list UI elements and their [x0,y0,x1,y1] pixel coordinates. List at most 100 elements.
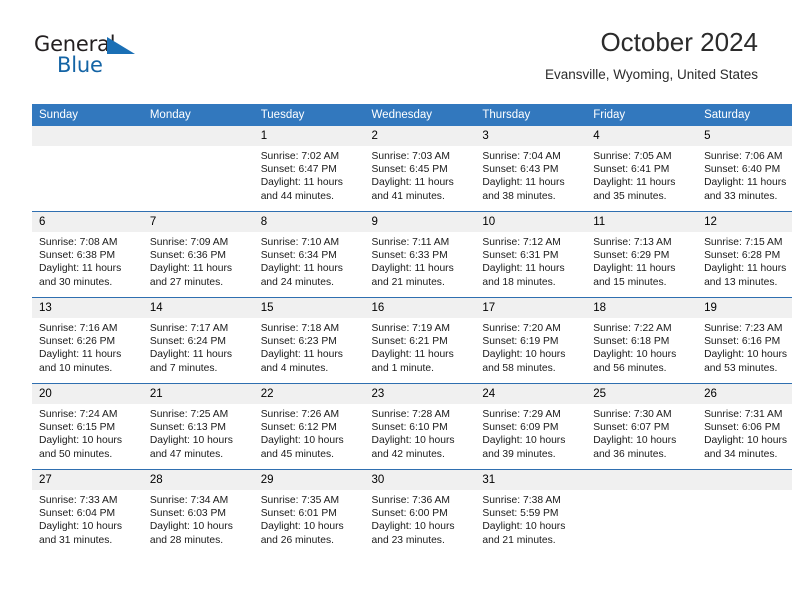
daylight-text-line2: and 44 minutes. [260,190,334,202]
day-details: Sunrise: 7:05 AM Sunset: 6:41 PM Daylight:… [586,146,697,203]
calendar-day-cell[interactable]: 16 Sunrise: 7:19 AM Sunset: 6:21 PM Dayligh… [364,297,476,384]
daylight-text-line2: and 45 minutes. [260,448,334,460]
calendar-day-cell[interactable]: 2 Sunrise: 7:03 AM Sunset: 6:45 PM Daylight… [364,126,476,212]
daylight-text-line1: Daylight: 11 hours [39,349,122,361]
day-details: Sunrise: 7:18 AM Sunset: 6:23 PM Daylight:… [254,318,365,375]
day-number: 31 [475,470,587,490]
calendar-day-cell[interactable]: 28 Sunrise: 7:34 AM Sunset: 6:03 PM Dayligh… [142,469,254,555]
calendar-week-row: 6 Sunrise: 7:08 AM Sunset: 6:38 PM Daylight… [32,211,792,298]
daylight-text-line1: Daylight: 11 hours [704,263,787,275]
calendar-day-cell[interactable]: 23 Sunrise: 7:28 AM Sunset: 6:10 PM Dayligh… [364,383,476,470]
calendar-grid: Sunday Monday Tuesday Wednesday Thursday… [32,104,792,555]
sunset-text: Sunset: 6:38 PM [39,250,116,262]
daylight-text-line2: and 15 minutes. [593,276,667,288]
calendar-day-cell[interactable]: 13 Sunrise: 7:16 AM Sunset: 6:26 PM Dayligh… [32,297,143,384]
daylight-text-line2: and 21 minutes. [482,534,556,546]
calendar-day-cell[interactable]: 20 Sunrise: 7:24 AM Sunset: 6:15 PM Dayligh… [32,383,143,470]
day-details: Sunrise: 7:36 AM Sunset: 6:00 PM Daylight:… [365,490,476,547]
sunrise-text: Sunrise: 7:35 AM [260,495,340,506]
calendar-day-cell[interactable]: 6 Sunrise: 7:08 AM Sunset: 6:38 PM Daylight… [32,211,143,298]
sunset-text: Sunset: 6:21 PM [371,336,448,348]
calendar-day-cell[interactable]: 14 Sunrise: 7:17 AM Sunset: 6:24 PM Dayligh… [142,297,254,384]
day-details: Sunrise: 7:33 AM Sunset: 6:04 PM Daylight:… [32,490,143,547]
daylight-text-line2: and 18 minutes. [482,276,556,288]
calendar-week-row: 1 Sunrise: 7:02 AM Sunset: 6:47 PM Daylight… [32,126,792,212]
day-details: Sunrise: 7:31 AM Sunset: 6:06 PM Daylight:… [697,404,792,461]
day-details: Sunrise: 7:24 AM Sunset: 6:15 PM Daylight:… [32,404,143,461]
day-number: 9 [364,212,476,232]
daylight-text-line2: and 50 minutes. [39,448,113,460]
calendar-day-cell[interactable]: 3 Sunrise: 7:04 AM Sunset: 6:43 PM Daylight… [475,126,587,212]
calendar-day-cell[interactable]: 17 Sunrise: 7:20 AM Sunset: 6:19 PM Dayligh… [475,297,587,384]
day-number: 5 [697,126,792,146]
sunrise-text: Sunrise: 7:13 AM [593,237,672,248]
weekday-header-saturday: Saturday [697,104,792,126]
day-number: 21 [142,384,254,404]
sunrise-text: Sunrise: 7:28 AM [371,409,450,420]
calendar-day-cell[interactable]: 21 Sunrise: 7:25 AM Sunset: 6:13 PM Dayligh… [142,383,254,470]
title-block: October 2024 Evansville, Wyoming, United… [545,26,758,83]
calendar-day-cell[interactable]: 12 Sunrise: 7:15 AM Sunset: 6:28 PM Dayligh… [697,211,792,298]
calendar-day-cell-empty [142,126,254,212]
sunrise-text: Sunrise: 7:10 AM [260,237,340,248]
sunset-text: Sunset: 6:10 PM [371,422,448,434]
calendar-day-cell[interactable]: 26 Sunrise: 7:31 AM Sunset: 6:06 PM Dayligh… [697,383,792,470]
calendar-day-cell[interactable]: 10 Sunrise: 7:12 AM Sunset: 6:31 PM Dayligh… [475,211,587,298]
daylight-text-line1: Daylight: 10 hours [39,521,122,533]
daylight-text-line2: and 35 minutes. [593,190,667,202]
day-details: Sunrise: 7:20 AM Sunset: 6:19 PM Daylight:… [475,318,586,375]
calendar-day-cell[interactable]: 8 Sunrise: 7:10 AM Sunset: 6:34 PM Daylight… [253,211,365,298]
calendar-day-cell[interactable]: 4 Sunrise: 7:05 AM Sunset: 6:41 PM Daylight… [586,126,698,212]
sunset-text: Sunset: 6:09 PM [482,422,559,434]
daylight-text-line1: Daylight: 11 hours [593,263,676,275]
daylight-text-line1: Daylight: 11 hours [371,263,454,275]
daylight-text-line1: Daylight: 11 hours [149,263,233,275]
day-details: Sunrise: 7:26 AM Sunset: 6:12 PM Daylight:… [254,404,365,461]
sunset-text: Sunset: 6:33 PM [371,250,448,262]
calendar-day-cell[interactable]: 9 Sunrise: 7:11 AM Sunset: 6:33 PM Daylight… [364,211,476,298]
daylight-text-line1: Daylight: 10 hours [482,521,566,533]
daylight-text-line1: Daylight: 10 hours [371,521,455,533]
day-details: Sunrise: 7:29 AM Sunset: 6:09 PM Daylight:… [475,404,586,461]
sunset-text: Sunset: 6:34 PM [260,250,337,262]
daylight-text-line2: and 10 minutes. [39,362,113,374]
calendar-day-cell[interactable]: 19 Sunrise: 7:23 AM Sunset: 6:16 PM Dayligh… [697,297,792,384]
calendar-day-cell[interactable]: 5 Sunrise: 7:06 AM Sunset: 6:40 PM Daylight… [697,126,792,212]
calendar-day-cell[interactable]: 24 Sunrise: 7:29 AM Sunset: 6:09 PM Dayligh… [475,383,587,470]
calendar-day-cell[interactable]: 25 Sunrise: 7:30 AM Sunset: 6:07 PM Dayligh… [586,383,698,470]
daylight-text-line1: Daylight: 11 hours [149,349,233,361]
sunrise-text: Sunrise: 7:06 AM [704,151,783,162]
sunset-text: Sunset: 6:12 PM [260,422,337,434]
calendar-day-cell[interactable]: 31 Sunrise: 7:38 AM Sunset: 5:59 PM Dayligh… [475,469,587,555]
brand-logo[interactable]: General Blue [34,32,154,84]
calendar-day-cell[interactable]: 7 Sunrise: 7:09 AM Sunset: 6:36 PM Daylight… [142,211,254,298]
day-number: 27 [32,470,143,490]
sunset-text: Sunset: 6:24 PM [149,336,226,348]
day-number: 6 [32,212,143,232]
calendar-day-cell[interactable]: 27 Sunrise: 7:33 AM Sunset: 6:04 PM Dayligh… [32,469,143,555]
daylight-text-line1: Daylight: 11 hours [482,263,565,275]
day-details: Sunrise: 7:15 AM Sunset: 6:28 PM Daylight:… [697,232,792,289]
calendar-week-row: 13 Sunrise: 7:16 AM Sunset: 6:26 PM Dayligh… [32,297,792,384]
sunset-text: Sunset: 6:43 PM [482,164,559,176]
sunset-text: Sunset: 6:13 PM [149,422,226,434]
day-number: 23 [364,384,476,404]
sunrise-text: Sunrise: 7:18 AM [260,323,340,334]
daylight-text-line2: and 30 minutes. [39,276,113,288]
calendar-day-cell[interactable]: 30 Sunrise: 7:36 AM Sunset: 6:00 PM Dayligh… [364,469,476,555]
sunrise-text: Sunrise: 7:30 AM [593,409,672,420]
day-number: 17 [475,298,587,318]
daylight-text-line1: Daylight: 11 hours [260,263,343,275]
calendar-day-cell[interactable]: 22 Sunrise: 7:26 AM Sunset: 6:12 PM Dayligh… [253,383,365,470]
day-details: Sunrise: 7:02 AM Sunset: 6:47 PM Daylight:… [254,146,365,203]
sunset-text: Sunset: 6:36 PM [149,250,226,262]
calendar-day-cell[interactable]: 1 Sunrise: 7:02 AM Sunset: 6:47 PM Daylight… [253,126,365,212]
calendar-day-cell[interactable]: 18 Sunrise: 7:22 AM Sunset: 6:18 PM Dayligh… [586,297,698,384]
day-number: 22 [253,384,365,404]
brand-name-blue: Blue [57,53,103,77]
calendar-day-cell[interactable]: 29 Sunrise: 7:35 AM Sunset: 6:01 PM Dayligh… [253,469,365,555]
calendar-day-cell[interactable]: 15 Sunrise: 7:18 AM Sunset: 6:23 PM Dayligh… [253,297,365,384]
daylight-text-line2: and 36 minutes. [593,448,667,460]
calendar-day-cell[interactable]: 11 Sunrise: 7:13 AM Sunset: 6:29 PM Dayligh… [586,211,698,298]
sunset-text: Sunset: 6:45 PM [371,164,448,176]
